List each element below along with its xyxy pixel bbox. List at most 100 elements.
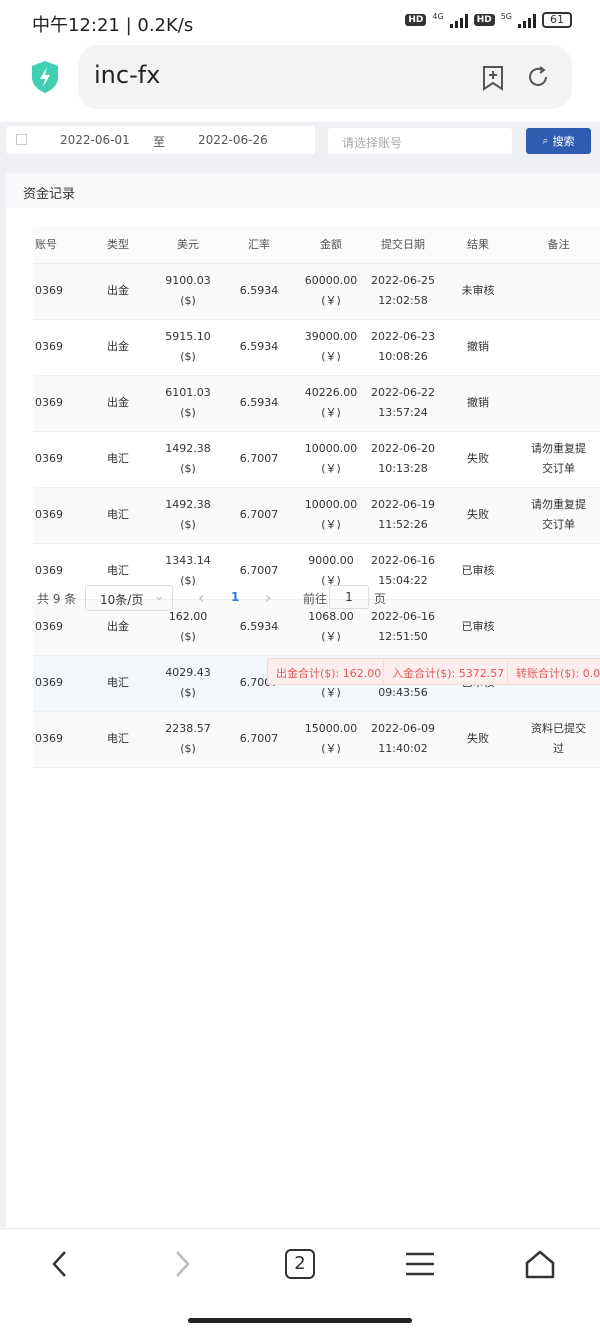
tabs-button[interactable]: 2 [285, 1249, 315, 1279]
cell-type: 出金 [107, 284, 129, 297]
cell-time: 11:52:26 [378, 518, 428, 531]
cell-note [517, 599, 600, 656]
cell-amt: 15000.00 [304, 722, 358, 735]
table-row[interactable]: 0369 出金 5915.10 ($) 6.5934 39000.00 (￥) 2022-06… [33, 319, 600, 376]
cell-time: 09:43:56 [378, 686, 428, 699]
end-date[interactable]: 2022-06-26 [198, 133, 268, 147]
status-time: 中午12:21 | 0.2K/s [32, 15, 194, 36]
table-row[interactable]: 0369 电汇 1492.38 ($) 6.7007 10000.00 (￥) 2022-06… [33, 431, 600, 488]
cell-result: 已审核 [461, 620, 495, 633]
cell-result: 失败 [439, 431, 517, 488]
cell-acct: 0369 [33, 711, 83, 768]
column-header: 结果 [439, 226, 517, 264]
cell-usd: 1492.38 [165, 442, 211, 455]
cell-amt_unit: (￥) [321, 518, 341, 531]
cell-rate: 6.5934 [239, 620, 279, 633]
cell-note: 资料已提交过 [517, 711, 600, 768]
cell-amt: 39000.00 [304, 330, 358, 343]
cell-amt: 10000.00 [304, 498, 358, 511]
table-row[interactable]: 0369 出金 6101.03 ($) 6.5934 40226.00 (￥) 2022-06… [33, 375, 600, 432]
account-select[interactable]: 请选择账号 [328, 128, 512, 154]
cell-date: 2022-06-25 12:02:58 [367, 263, 439, 320]
column-header: 金额 [295, 226, 367, 264]
cell-acct: 0369 [35, 508, 63, 521]
cell-type: 电汇 [83, 431, 153, 488]
forward-icon[interactable] [170, 1249, 194, 1279]
records-card: 资金记录 账号 类型 美元 汇率 金额 提交日期 结果 备注 0369 出金 9100.03 ($)… [6, 173, 600, 1227]
cell-rate: 6.7007 [239, 452, 279, 465]
cell-amt_unit: (￥) [321, 350, 341, 363]
column-header: 备注 [517, 226, 600, 264]
cell-type: 电汇 [107, 676, 129, 689]
net-4g: 4G [432, 12, 444, 21]
cell-type: 出金 [107, 620, 129, 633]
cell-acct: 0369 [35, 732, 63, 745]
cell-type: 电汇 [107, 732, 129, 745]
cell-result: 未审核 [439, 263, 517, 320]
goto-page-input[interactable]: 1 [329, 585, 369, 609]
address-bar[interactable]: inc-fx [78, 45, 572, 109]
cell-rate: 6.7007 [239, 564, 279, 577]
cell-date: 2022-06-22 13:57:24 [367, 375, 439, 432]
menu-icon[interactable] [405, 1249, 435, 1279]
cell-result: 失败 [439, 711, 517, 768]
cell-rate: 6.5934 [223, 263, 295, 320]
cell-usd: 4029.43 [165, 666, 211, 679]
card-title: 资金记录 [6, 173, 600, 208]
shield-icon [32, 61, 58, 93]
home-indicator[interactable] [188, 1318, 412, 1323]
page-1[interactable]: 1 [231, 590, 239, 604]
cell-amt_unit: (￥) [321, 462, 341, 475]
cell-acct: 0369 [33, 375, 83, 432]
home-icon[interactable] [524, 1249, 556, 1281]
table-row[interactable]: 0369 电汇 2238.57 ($) 6.7007 15000.00 (￥) 2022-06… [33, 711, 600, 768]
prev-page-button[interactable]: ‹ [198, 588, 204, 607]
cell-acct: 0369 [35, 396, 63, 409]
cell-amt: 39000.00 (￥) [295, 319, 367, 376]
goto-suffix: 页 [374, 592, 387, 606]
start-date[interactable]: 2022-06-01 [60, 133, 130, 147]
cell-acct: 0369 [35, 284, 63, 297]
cell-usd_unit: ($) [180, 518, 196, 531]
bookmark-add-icon[interactable] [481, 65, 505, 91]
status-bar: 中午12:21 | 0.2K/s HD 4G HD 5G 61 [0, 0, 600, 44]
cell-type: 出金 [83, 375, 153, 432]
search-label: 搜索 [552, 135, 575, 148]
next-page-button[interactable]: › [265, 588, 271, 607]
cell-usd: 5915.10 [165, 330, 211, 343]
hd-icon: HD [405, 14, 427, 26]
cell-note [517, 263, 600, 320]
cell-result: 已审核 [461, 564, 495, 577]
cell-result: 失败 [467, 732, 489, 745]
cell-acct: 0369 [33, 487, 83, 544]
cell-rate: 6.7007 [223, 711, 295, 768]
signal-icon [449, 12, 468, 28]
cell-result: 已审核 [439, 543, 517, 600]
cell-amt: 9000.00 [308, 554, 354, 567]
cell-usd_unit: ($) [180, 350, 196, 363]
signal-icon-2 [518, 12, 536, 28]
refresh-icon[interactable] [526, 65, 550, 89]
back-icon[interactable] [48, 1249, 72, 1279]
pagination: 共 9 条 10条/页 ⌄ ‹ 1 › 前往 1 页 [31, 585, 431, 611]
table-row[interactable]: 0369 电汇 1492.38 ($) 6.7007 10000.00 (￥) 2022-06… [33, 487, 600, 544]
cell-amt: 40226.00 (￥) [295, 375, 367, 432]
cell-amt: 40226.00 [304, 386, 358, 399]
cell-time: 12:51:50 [378, 630, 428, 643]
cell-usd: 162.00 [168, 610, 208, 623]
cell-usd: 1492.38 ($) [153, 431, 223, 488]
cell-amt_unit: (￥) [321, 406, 341, 419]
cell-note: 请勿重复提交订单 [531, 442, 586, 475]
table-row[interactable]: 0369 出金 9100.03 ($) 6.5934 60000.00 (￥) 2022-06… [33, 263, 600, 320]
cell-note [517, 319, 600, 376]
cell-time: 11:40:02 [378, 742, 428, 755]
date-range-picker[interactable]: 2022-06-01 至 2022-06-26 [6, 126, 315, 154]
cell-result: 撤销 [467, 396, 489, 409]
search-button[interactable]: ⌕ 搜索 [526, 128, 591, 154]
page-size-value: 10条/页 [100, 593, 144, 607]
cell-date: 2022-06-23 10:08:26 [367, 319, 439, 376]
cell-type: 电汇 [107, 508, 129, 521]
cell-usd_unit: ($) [180, 686, 196, 699]
page-size-select[interactable]: 10条/页 ⌄ [85, 585, 173, 611]
cell-time: 10:13:28 [378, 462, 428, 475]
